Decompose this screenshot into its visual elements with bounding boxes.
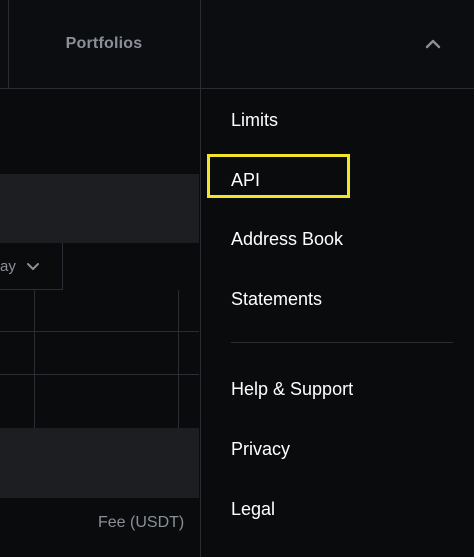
table-column-divider: [178, 290, 179, 428]
app-frame: Portfolios ay Fee (USDT) Limits API Addr…: [0, 0, 474, 557]
period-select[interactable]: ay: [0, 243, 63, 290]
menu-item-api[interactable]: API: [231, 167, 260, 193]
menu-divider: [231, 342, 453, 343]
fee-label: Fee (USDT): [98, 514, 185, 531]
table-row-divider: [0, 374, 199, 375]
menu-item-help-support[interactable]: Help & Support: [231, 376, 353, 402]
menu-item-address-book[interactable]: Address Book: [231, 226, 343, 252]
input-field-background[interactable]: [0, 428, 199, 498]
menu-item-privacy[interactable]: Privacy: [231, 436, 290, 462]
period-select-value: ay: [0, 257, 16, 275]
chevron-up-icon[interactable]: [425, 38, 441, 50]
api-highlight-box: [207, 154, 350, 198]
top-navigation-bar: Portfolios: [0, 0, 474, 89]
menu-item-legal[interactable]: Legal: [231, 496, 275, 522]
account-dropdown-menu: Limits API Address Book Statements Help …: [200, 89, 474, 557]
table-row-divider: [0, 331, 199, 332]
table-column-divider: [34, 290, 35, 428]
input-field-background[interactable]: [0, 174, 199, 243]
menu-item-limits[interactable]: Limits: [231, 107, 278, 133]
chevron-down-icon: [26, 263, 39, 270]
menu-item-statements[interactable]: Statements: [231, 286, 322, 312]
portfolios-tab-label: Portfolios: [65, 35, 143, 52]
portfolios-tab[interactable]: Portfolios: [8, 0, 201, 88]
